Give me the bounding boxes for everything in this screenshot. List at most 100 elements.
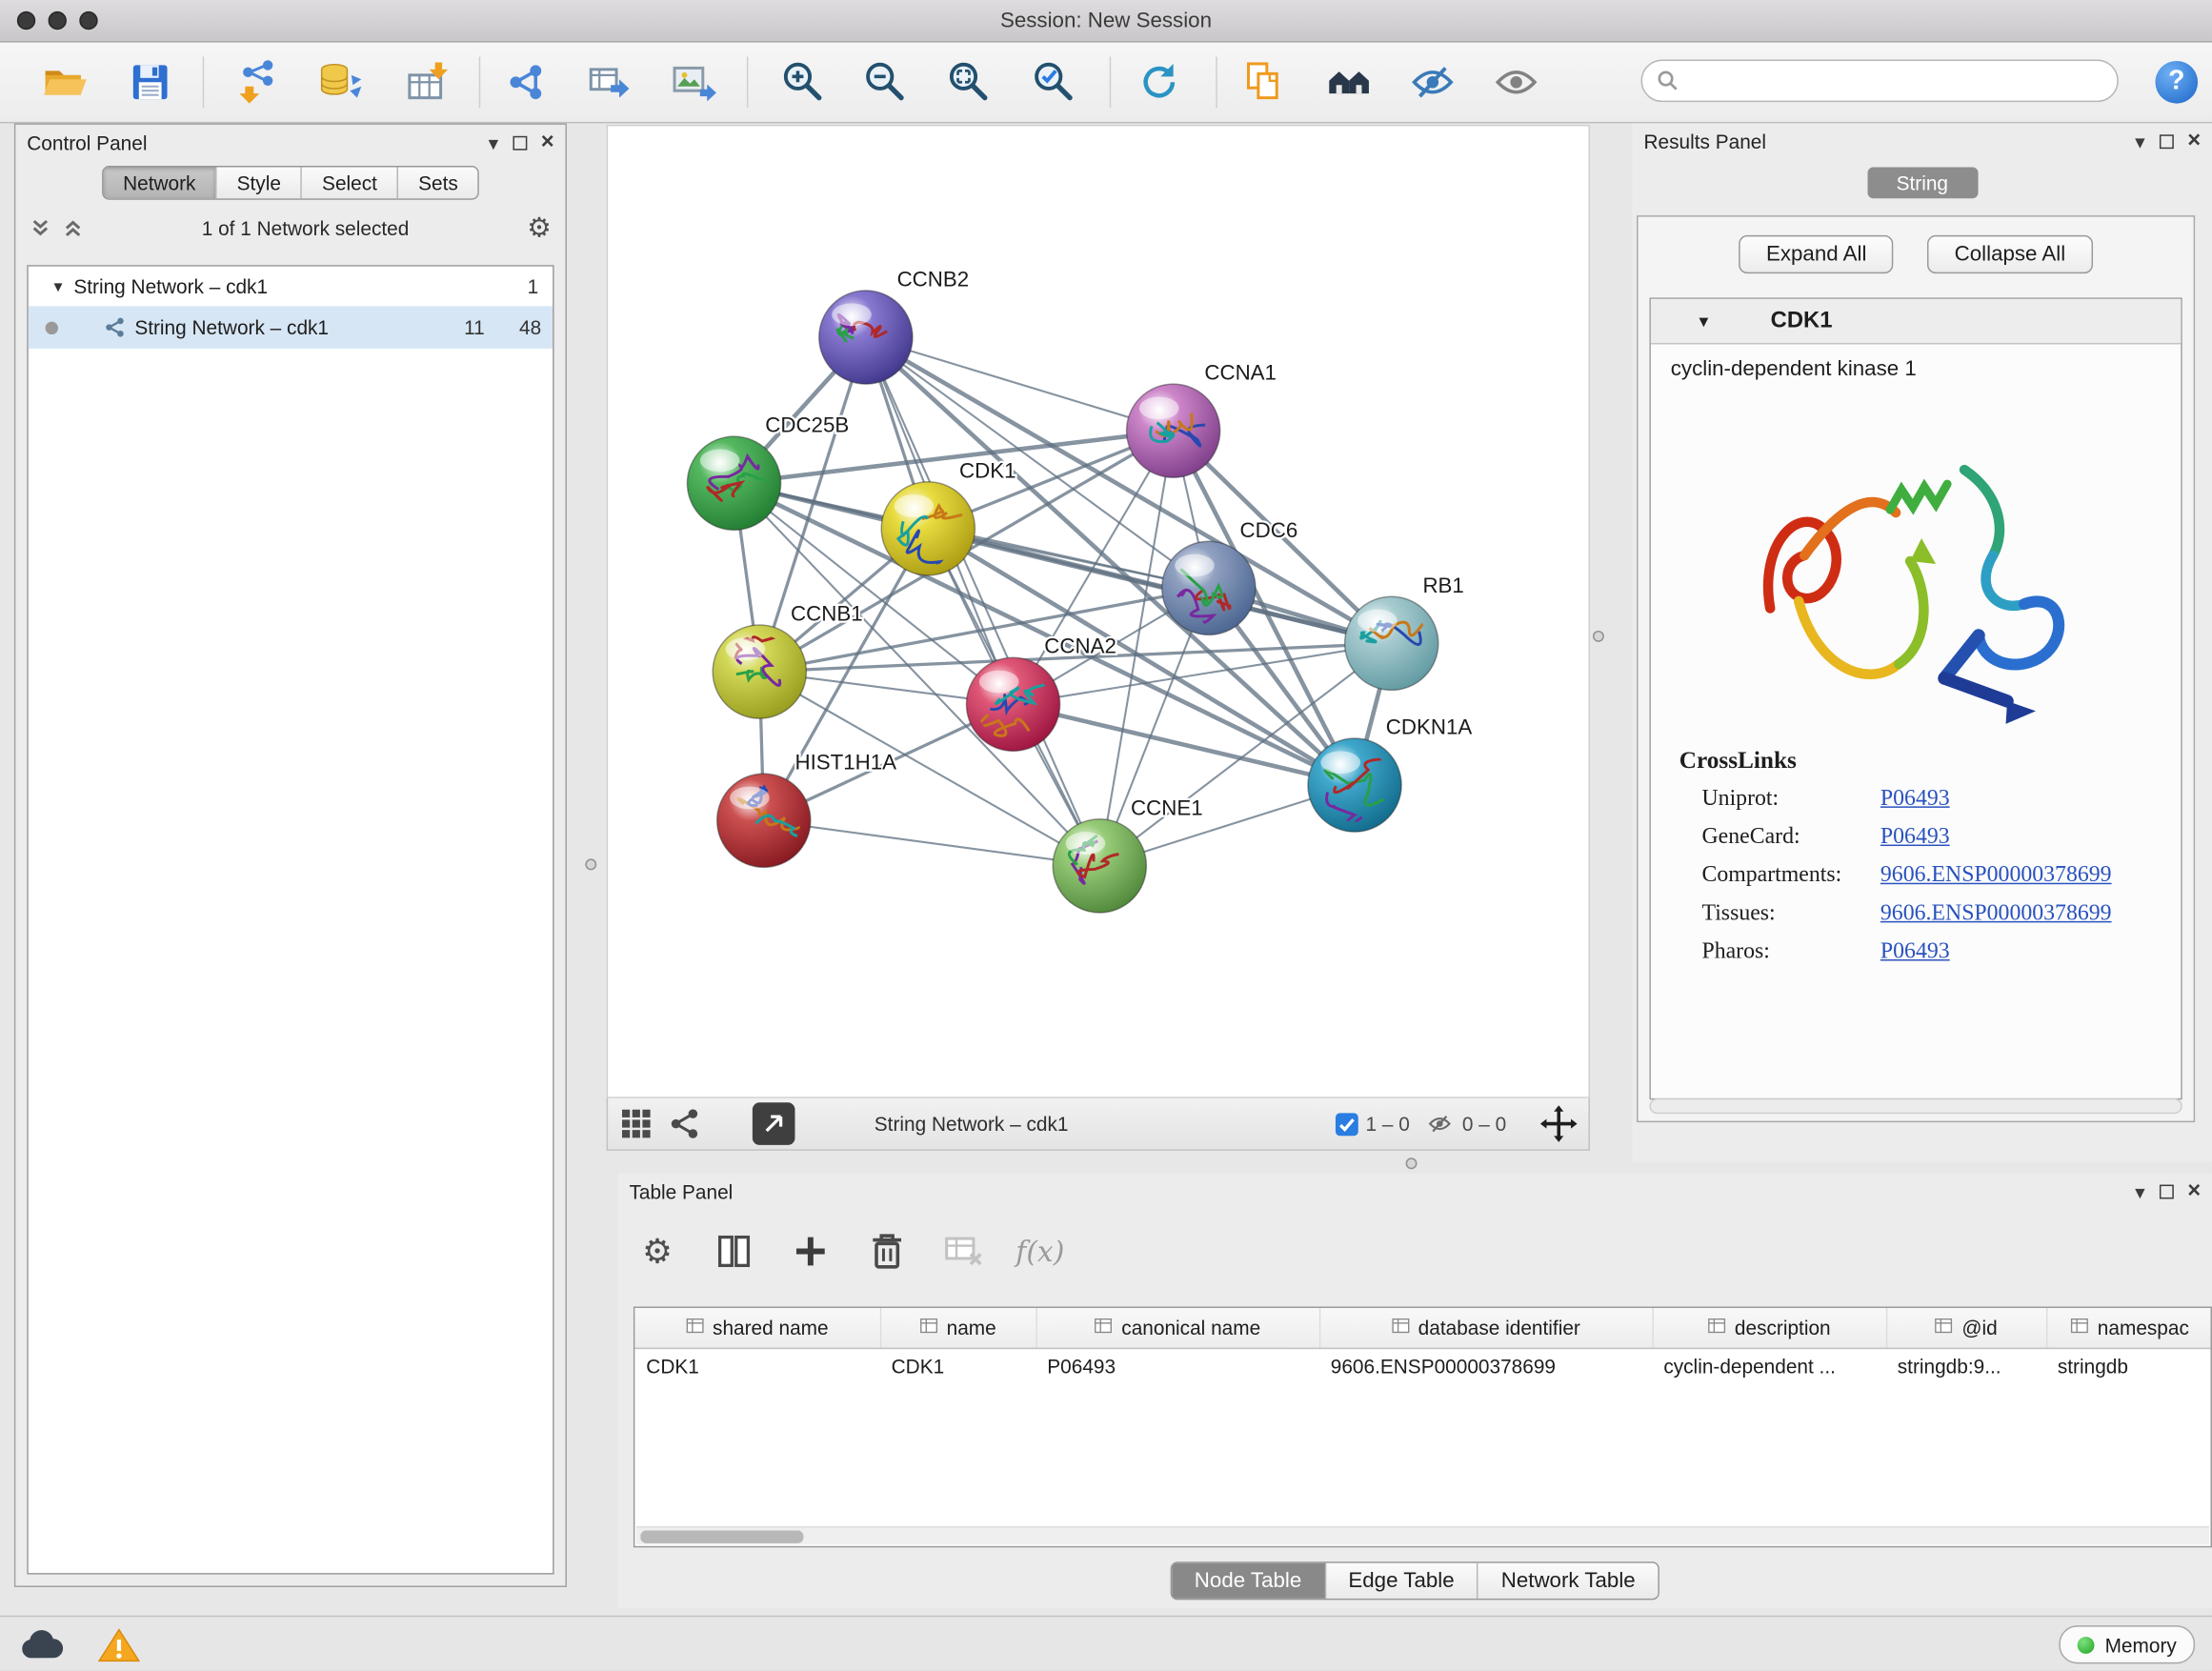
show-all-button[interactable]: [1485, 51, 1547, 113]
tab-select[interactable]: Select: [302, 168, 398, 199]
hidden-eye-slash-icon[interactable]: [1424, 1111, 1456, 1137]
tree-expander-icon[interactable]: ▾: [54, 276, 74, 296]
network-edge[interactable]: [866, 337, 1174, 431]
collapse-all-icon[interactable]: [30, 217, 50, 240]
hide-selected-button[interactable]: [1401, 51, 1463, 113]
zoom-fit-button[interactable]: [938, 51, 1000, 113]
network-edge[interactable]: [866, 337, 1099, 866]
column-header-shared-name[interactable]: shared name: [634, 1308, 879, 1348]
delete-column-button[interactable]: [858, 1223, 915, 1280]
column-header-description[interactable]: description: [1652, 1308, 1885, 1348]
selection-checkbox-icon[interactable]: [1335, 1112, 1358, 1136]
zoom-selected-button[interactable]: [1023, 51, 1085, 113]
crosslink-row: Compartments:9606.ENSP00000378699: [1679, 863, 2182, 889]
open-session-button[interactable]: [34, 51, 96, 113]
tab-sets[interactable]: Sets: [398, 168, 477, 199]
crosslink-link[interactable]: P06493: [1880, 939, 1950, 965]
home-button[interactable]: [1317, 51, 1379, 113]
gear-icon[interactable]: ⚙: [527, 211, 551, 244]
open-in-window-button[interactable]: [753, 1102, 795, 1145]
network-snapshot-button[interactable]: [1233, 51, 1295, 113]
table-cell[interactable]: cyclin-dependent ...: [1652, 1348, 1885, 1385]
panel-close-icon[interactable]: ×: [2187, 1182, 2201, 1202]
collapse-all-button[interactable]: Collapse All: [1927, 235, 2092, 273]
table-settings-gear-icon[interactable]: ⚙: [629, 1223, 686, 1280]
share-view-icon[interactable]: [668, 1107, 702, 1141]
column-header-canonical-name[interactable]: canonical name: [1036, 1308, 1319, 1348]
network-node-hist1h1a[interactable]: HIST1H1A: [717, 751, 897, 868]
apply-layout-button[interactable]: [1128, 51, 1190, 113]
function-builder-button[interactable]: f(x): [1012, 1223, 1069, 1280]
crosslink-link[interactable]: 9606.ENSP00000378699: [1880, 901, 2112, 927]
show-columns-button[interactable]: [706, 1223, 763, 1280]
network-edge[interactable]: [764, 820, 1100, 866]
warning-button[interactable]: [90, 1625, 148, 1665]
new-network-button[interactable]: [494, 51, 556, 113]
column-header-database-identifier[interactable]: database identifier: [1319, 1308, 1653, 1348]
import-table-button[interactable]: [395, 51, 457, 113]
panel-menu-icon[interactable]: ▾: [489, 133, 498, 153]
crosslink-link[interactable]: 9606.ENSP00000378699: [1880, 863, 2112, 889]
export-network-button[interactable]: [578, 51, 640, 113]
zoom-in-button[interactable]: [773, 51, 835, 113]
move-crosshair-icon[interactable]: [1540, 1105, 1578, 1142]
import-network-database-button[interactable]: [309, 51, 371, 113]
panel-close-icon[interactable]: ×: [541, 133, 554, 153]
memory-button[interactable]: Memory: [2060, 1625, 2195, 1663]
table-cell[interactable]: CDK1: [634, 1348, 879, 1385]
table-cell[interactable]: stringdb:9...: [1886, 1348, 2046, 1385]
panel-float-icon[interactable]: [2159, 134, 2173, 149]
crosslink-link[interactable]: P06493: [1880, 825, 1950, 851]
network-node-ccna2[interactable]: CCNA2: [966, 634, 1116, 752]
table-hscroll-thumb[interactable]: [640, 1531, 803, 1543]
panel-float-icon[interactable]: [2159, 1185, 2173, 1199]
column-header-namespac[interactable]: namespac: [2046, 1308, 2212, 1348]
network-node-cdk1[interactable]: CDK1: [881, 458, 1016, 575]
grid-view-icon[interactable]: [619, 1107, 654, 1141]
network-row-selected[interactable]: String Network – cdk1 11 48: [29, 306, 553, 349]
tab-network[interactable]: Network: [103, 168, 217, 199]
node-label: CCNB1: [791, 602, 863, 626]
table-cell[interactable]: CDK1: [880, 1348, 1036, 1385]
network-node-ccna1[interactable]: CCNA1: [1127, 361, 1277, 478]
import-network-button[interactable]: [226, 51, 288, 113]
tab-node-table[interactable]: Node Table: [1172, 1563, 1326, 1599]
panel-float-icon[interactable]: [513, 136, 527, 151]
panel-close-icon[interactable]: ×: [2187, 131, 2201, 151]
panel-menu-icon[interactable]: ▾: [2135, 1182, 2144, 1202]
collapse-entry-icon[interactable]: ▾: [1699, 310, 1709, 332]
network-canvas[interactable]: CCNB2CCNA1CDC25BCDK1CDC6RB1CCNB1CCNA2CDK…: [607, 125, 1590, 1098]
help-button[interactable]: ?: [2155, 61, 2198, 104]
vertical-splitter-handle[interactable]: [1593, 631, 1604, 642]
expand-all-button[interactable]: Expand All: [1739, 235, 1894, 273]
save-session-button[interactable]: [119, 51, 181, 113]
network-node-cdkn1a[interactable]: CDKN1A: [1308, 715, 1472, 833]
expand-all-icon[interactable]: [62, 217, 83, 240]
network-collection-row[interactable]: ▾ String Network – cdk1 1: [29, 267, 553, 307]
column-header-@id[interactable]: @id: [1886, 1308, 2046, 1348]
columns-icon: [715, 1233, 753, 1270]
tab-style[interactable]: Style: [217, 168, 302, 199]
column-header-name[interactable]: name: [880, 1308, 1036, 1348]
tab-edge-table[interactable]: Edge Table: [1326, 1563, 1478, 1599]
tab-network-table[interactable]: Network Table: [1478, 1563, 1659, 1599]
network-node-ccnb2[interactable]: CCNB2: [819, 267, 969, 384]
table-cell[interactable]: P06493: [1036, 1348, 1319, 1385]
panel-menu-icon[interactable]: ▾: [2135, 131, 2144, 151]
add-column-button[interactable]: [782, 1223, 839, 1280]
vertical-splitter-handle[interactable]: [585, 858, 596, 870]
results-scrollbar[interactable]: [1649, 1098, 2182, 1114]
crosslink-link[interactable]: P06493: [1880, 787, 1950, 813]
search-input[interactable]: [1679, 64, 2118, 98]
table-cell[interactable]: 9606.ENSP00000378699: [1319, 1348, 1653, 1385]
node-details-header[interactable]: ▾ CDK1: [1651, 299, 2181, 345]
cloud-button[interactable]: [14, 1625, 71, 1665]
network-node-rb1[interactable]: RB1: [1345, 574, 1464, 691]
table-cell[interactable]: stringdb: [2046, 1348, 2212, 1385]
horizontal-splitter-handle[interactable]: [1406, 1158, 1418, 1169]
tab-string[interactable]: String: [1867, 168, 1978, 199]
node-table: shared namenamecanonical namedatabase id…: [634, 1308, 2212, 1384]
export-image-button[interactable]: [662, 51, 724, 113]
zoom-out-button[interactable]: [855, 51, 916, 113]
network-node-ccnb1[interactable]: CCNB1: [713, 602, 862, 719]
